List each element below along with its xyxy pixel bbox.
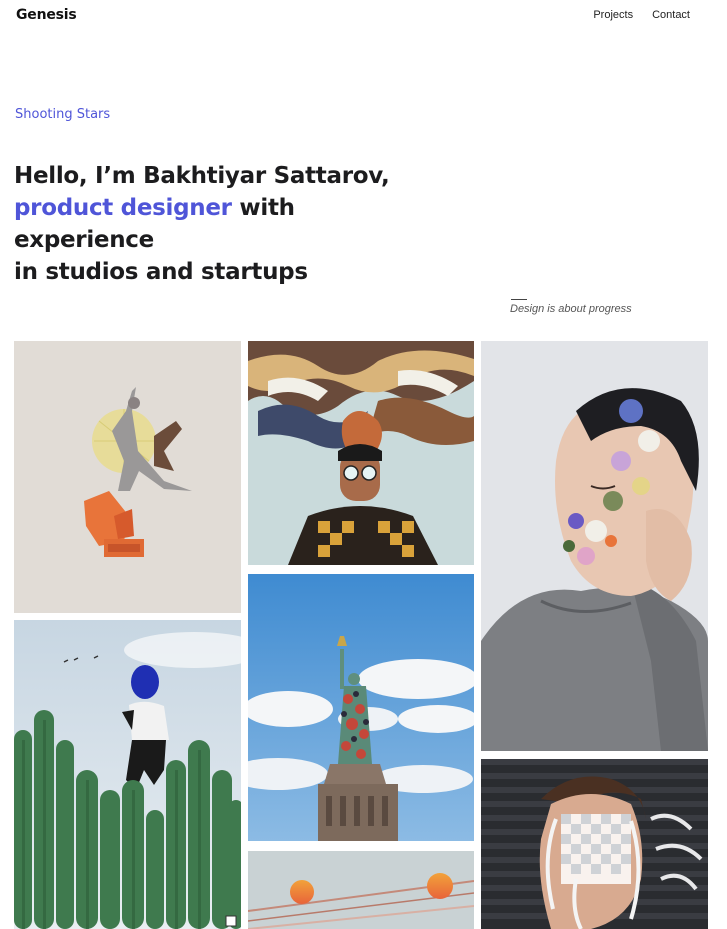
- gallery-orange-spheres[interactable]: [248, 851, 474, 929]
- gallery-glitch-face-portrait[interactable]: [481, 759, 708, 929]
- cactus-balloon-image: [14, 620, 241, 929]
- nav-contact-link[interactable]: Contact: [652, 9, 690, 21]
- motto-text: Design is about progress: [510, 303, 632, 315]
- dancer-collage-image: [14, 341, 241, 613]
- orange-spheres-image: [248, 851, 474, 929]
- headline-line-1: Hello, I’m Bakhtiyar Sattarov,: [14, 163, 390, 189]
- headline-accent: product designer: [14, 195, 232, 221]
- hero-headline: Hello, I’m Bakhtiyar Sattarov, product d…: [14, 160, 434, 288]
- gallery-cactus-balloon[interactable]: [14, 620, 241, 929]
- top-nav: Projects Contact: [593, 9, 690, 21]
- statue-of-liberty-image: [248, 574, 474, 841]
- portfolio-page: Genesis Projects Contact Shooting Stars …: [0, 0, 727, 929]
- gallery-smoke-waves-portrait[interactable]: [248, 341, 474, 565]
- gallery-dancer-collage[interactable]: [14, 341, 241, 613]
- hero-eyebrow: Shooting Stars: [15, 107, 111, 122]
- gallery-flower-face-portrait[interactable]: [481, 341, 708, 751]
- motto-divider: [511, 299, 527, 300]
- headline-line-3: in studios and startups: [14, 259, 308, 285]
- nav-projects-link[interactable]: Projects: [593, 9, 633, 21]
- site-logo[interactable]: Genesis: [16, 7, 77, 23]
- smoke-waves-portrait-image: [248, 341, 474, 565]
- gallery-statue-of-liberty[interactable]: [248, 574, 474, 841]
- glitch-face-portrait-image: [481, 759, 708, 929]
- flower-face-portrait-image: [481, 341, 708, 751]
